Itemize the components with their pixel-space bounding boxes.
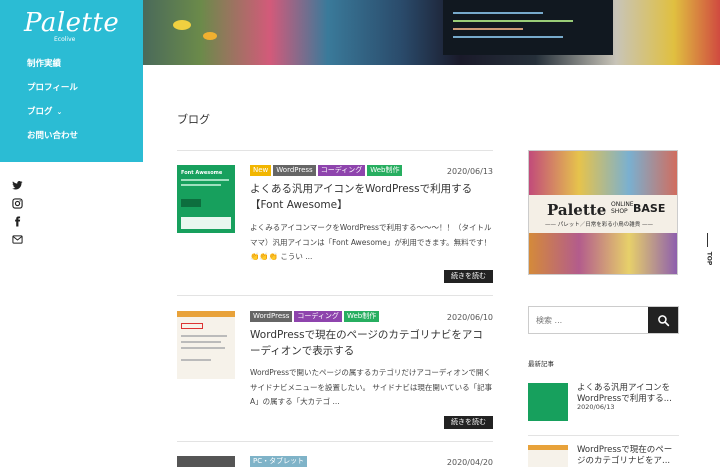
- post-tags: PC・タブレット: [250, 456, 308, 467]
- tag-new[interactable]: New: [250, 165, 272, 176]
- nav-item-label: 制作実績: [27, 59, 62, 69]
- thumbnail-decoration: [181, 347, 225, 349]
- post-title[interactable]: WordPressで現在のページのカテゴリナビをアコーディオンで表示する: [250, 327, 490, 359]
- search-form: [528, 306, 679, 334]
- banner-shop-line: ONLINE: [611, 201, 634, 208]
- tag-pc-tablet[interactable]: PC・タブレット: [250, 456, 308, 467]
- nav-item-contact[interactable]: お問い合わせ: [27, 130, 78, 154]
- divider: [177, 295, 493, 296]
- tag-coding[interactable]: コーディング: [317, 165, 366, 176]
- post-date: 2020/04/20: [446, 458, 493, 467]
- read-more-button[interactable]: 続きを読む: [444, 416, 493, 429]
- site-logo[interactable]: Palette: [24, 8, 119, 38]
- page-title: ブログ: [177, 113, 210, 126]
- thumbnail-decoration: [181, 323, 203, 329]
- twitter-icon[interactable]: [12, 176, 24, 190]
- search-button[interactable]: [648, 307, 678, 333]
- instagram-icon[interactable]: [12, 194, 24, 209]
- banner-shop-label: ONLINE SHOP: [611, 201, 634, 215]
- tag-coding[interactable]: コーディング: [294, 311, 342, 322]
- nav-item-label: プロフィール: [27, 83, 78, 93]
- main-nav: 制作実績 プロフィール ブログ ⌄ お問い合わせ: [27, 58, 78, 154]
- post-date: 2020/06/10: [446, 313, 493, 322]
- header-image: [143, 0, 720, 65]
- banner-photo: [529, 151, 677, 195]
- sidebar: Palette Ecolive 制作実績 プロフィール ブログ ⌄ お問い合わせ: [0, 0, 143, 162]
- search-icon: [657, 314, 669, 326]
- hero-decoration: [453, 36, 563, 38]
- shop-banner[interactable]: Palette ONLINE SHOP BASE —— パレット／日常を彩る小鳥の…: [528, 150, 678, 275]
- nav-item-works[interactable]: 制作実績: [27, 58, 78, 82]
- read-more-button[interactable]: 続きを読む: [444, 270, 493, 283]
- thumbnail-decoration: [181, 199, 201, 207]
- recent-post-thumbnail[interactable]: [528, 383, 568, 421]
- post-card[interactable]: WordPress コーディング Web制作 2020/06/10 WordPr…: [177, 311, 493, 431]
- post-card[interactable]: PC・タブレット 2020/04/20: [177, 456, 493, 467]
- divider: [528, 435, 679, 436]
- post-title[interactable]: よくある汎用アイコンをWordPressで利用する【Font Awesome】: [250, 181, 490, 213]
- nav-item-profile[interactable]: プロフィール: [27, 82, 78, 106]
- hero-decoration: [453, 20, 573, 22]
- back-to-top[interactable]: TOP: [703, 233, 713, 266]
- thumbnail-decoration: [181, 179, 229, 181]
- post-excerpt: よくみるアイコンマークをWordPressで利用する〜〜〜！！（タイトルママ）汎…: [250, 223, 492, 261]
- nav-item-label: ブログ: [27, 107, 53, 117]
- back-to-top-label: TOP: [705, 251, 713, 266]
- post-date: 2020/06/13: [446, 167, 493, 176]
- tag-web[interactable]: Web制作: [343, 311, 380, 322]
- recent-post-thumbnail[interactable]: [528, 445, 568, 467]
- banner-base-label: BASE: [633, 202, 666, 215]
- search-input[interactable]: [529, 307, 648, 333]
- post-excerpt: WordPressで開いたページの属するカテゴリだけアコーディオンで開くサイドナ…: [250, 368, 493, 406]
- post-thumbnail[interactable]: [177, 311, 235, 379]
- hero-decoration: [453, 28, 523, 30]
- post-tags: New WordPress コーディング Web制作: [250, 165, 403, 176]
- hero-decoration: [453, 12, 543, 14]
- social-links: [12, 176, 24, 248]
- recent-post-item[interactable]: WordPressで現在のページのカテゴリナビをア...: [528, 445, 679, 467]
- tag-wordpress[interactable]: WordPress: [273, 165, 316, 176]
- nav-item-label: お問い合わせ: [27, 131, 79, 141]
- tag-web[interactable]: Web制作: [367, 165, 403, 176]
- banner-photo: [529, 233, 677, 274]
- recent-post-date: 2020/06/13: [577, 403, 615, 411]
- tag-wordpress[interactable]: WordPress: [250, 311, 293, 322]
- facebook-icon[interactable]: [12, 212, 24, 227]
- banner-logo: Palette: [547, 201, 607, 219]
- post-card[interactable]: Font Awesome New WordPress コーディング Web制作 …: [177, 165, 493, 285]
- recent-posts-heading: 最新記事: [528, 360, 554, 368]
- post-thumbnail[interactable]: Font Awesome: [177, 165, 235, 233]
- chevron-down-icon: ⌄: [56, 108, 63, 116]
- divider: [177, 441, 493, 442]
- thumbnail-decoration: [181, 184, 221, 186]
- recent-post-title[interactable]: よくある汎用アイコンをWordPressで利用する...: [577, 383, 679, 405]
- banner-shop-line: SHOP: [611, 208, 628, 215]
- thumbnail-decoration: [181, 359, 211, 361]
- post-thumbnail[interactable]: [177, 456, 235, 467]
- divider: [177, 150, 493, 151]
- hero-decoration: [203, 32, 217, 40]
- thumbnail-decoration: [181, 217, 231, 229]
- mail-icon[interactable]: [12, 230, 24, 244]
- hero-decoration: [173, 20, 191, 30]
- recent-post-item[interactable]: よくある汎用アイコンをWordPressで利用する... 2020/06/13: [528, 383, 679, 423]
- thumbnail-decoration: [177, 311, 235, 317]
- banner-subtitle: —— パレット／日常を彩る小鳥の雑貨 ——: [545, 222, 653, 228]
- thumbnail-decoration: [181, 335, 227, 337]
- arrow-up-icon: [707, 233, 708, 247]
- thumbnail-decoration: [181, 341, 221, 343]
- post-tags: WordPress コーディング Web制作: [250, 311, 380, 322]
- recent-post-title[interactable]: WordPressで現在のページのカテゴリナビをア...: [577, 445, 679, 467]
- nav-item-blog[interactable]: ブログ ⌄: [27, 106, 78, 130]
- site-logo-sub: Ecolive: [54, 36, 76, 43]
- thumbnail-text: Font Awesome: [181, 170, 223, 176]
